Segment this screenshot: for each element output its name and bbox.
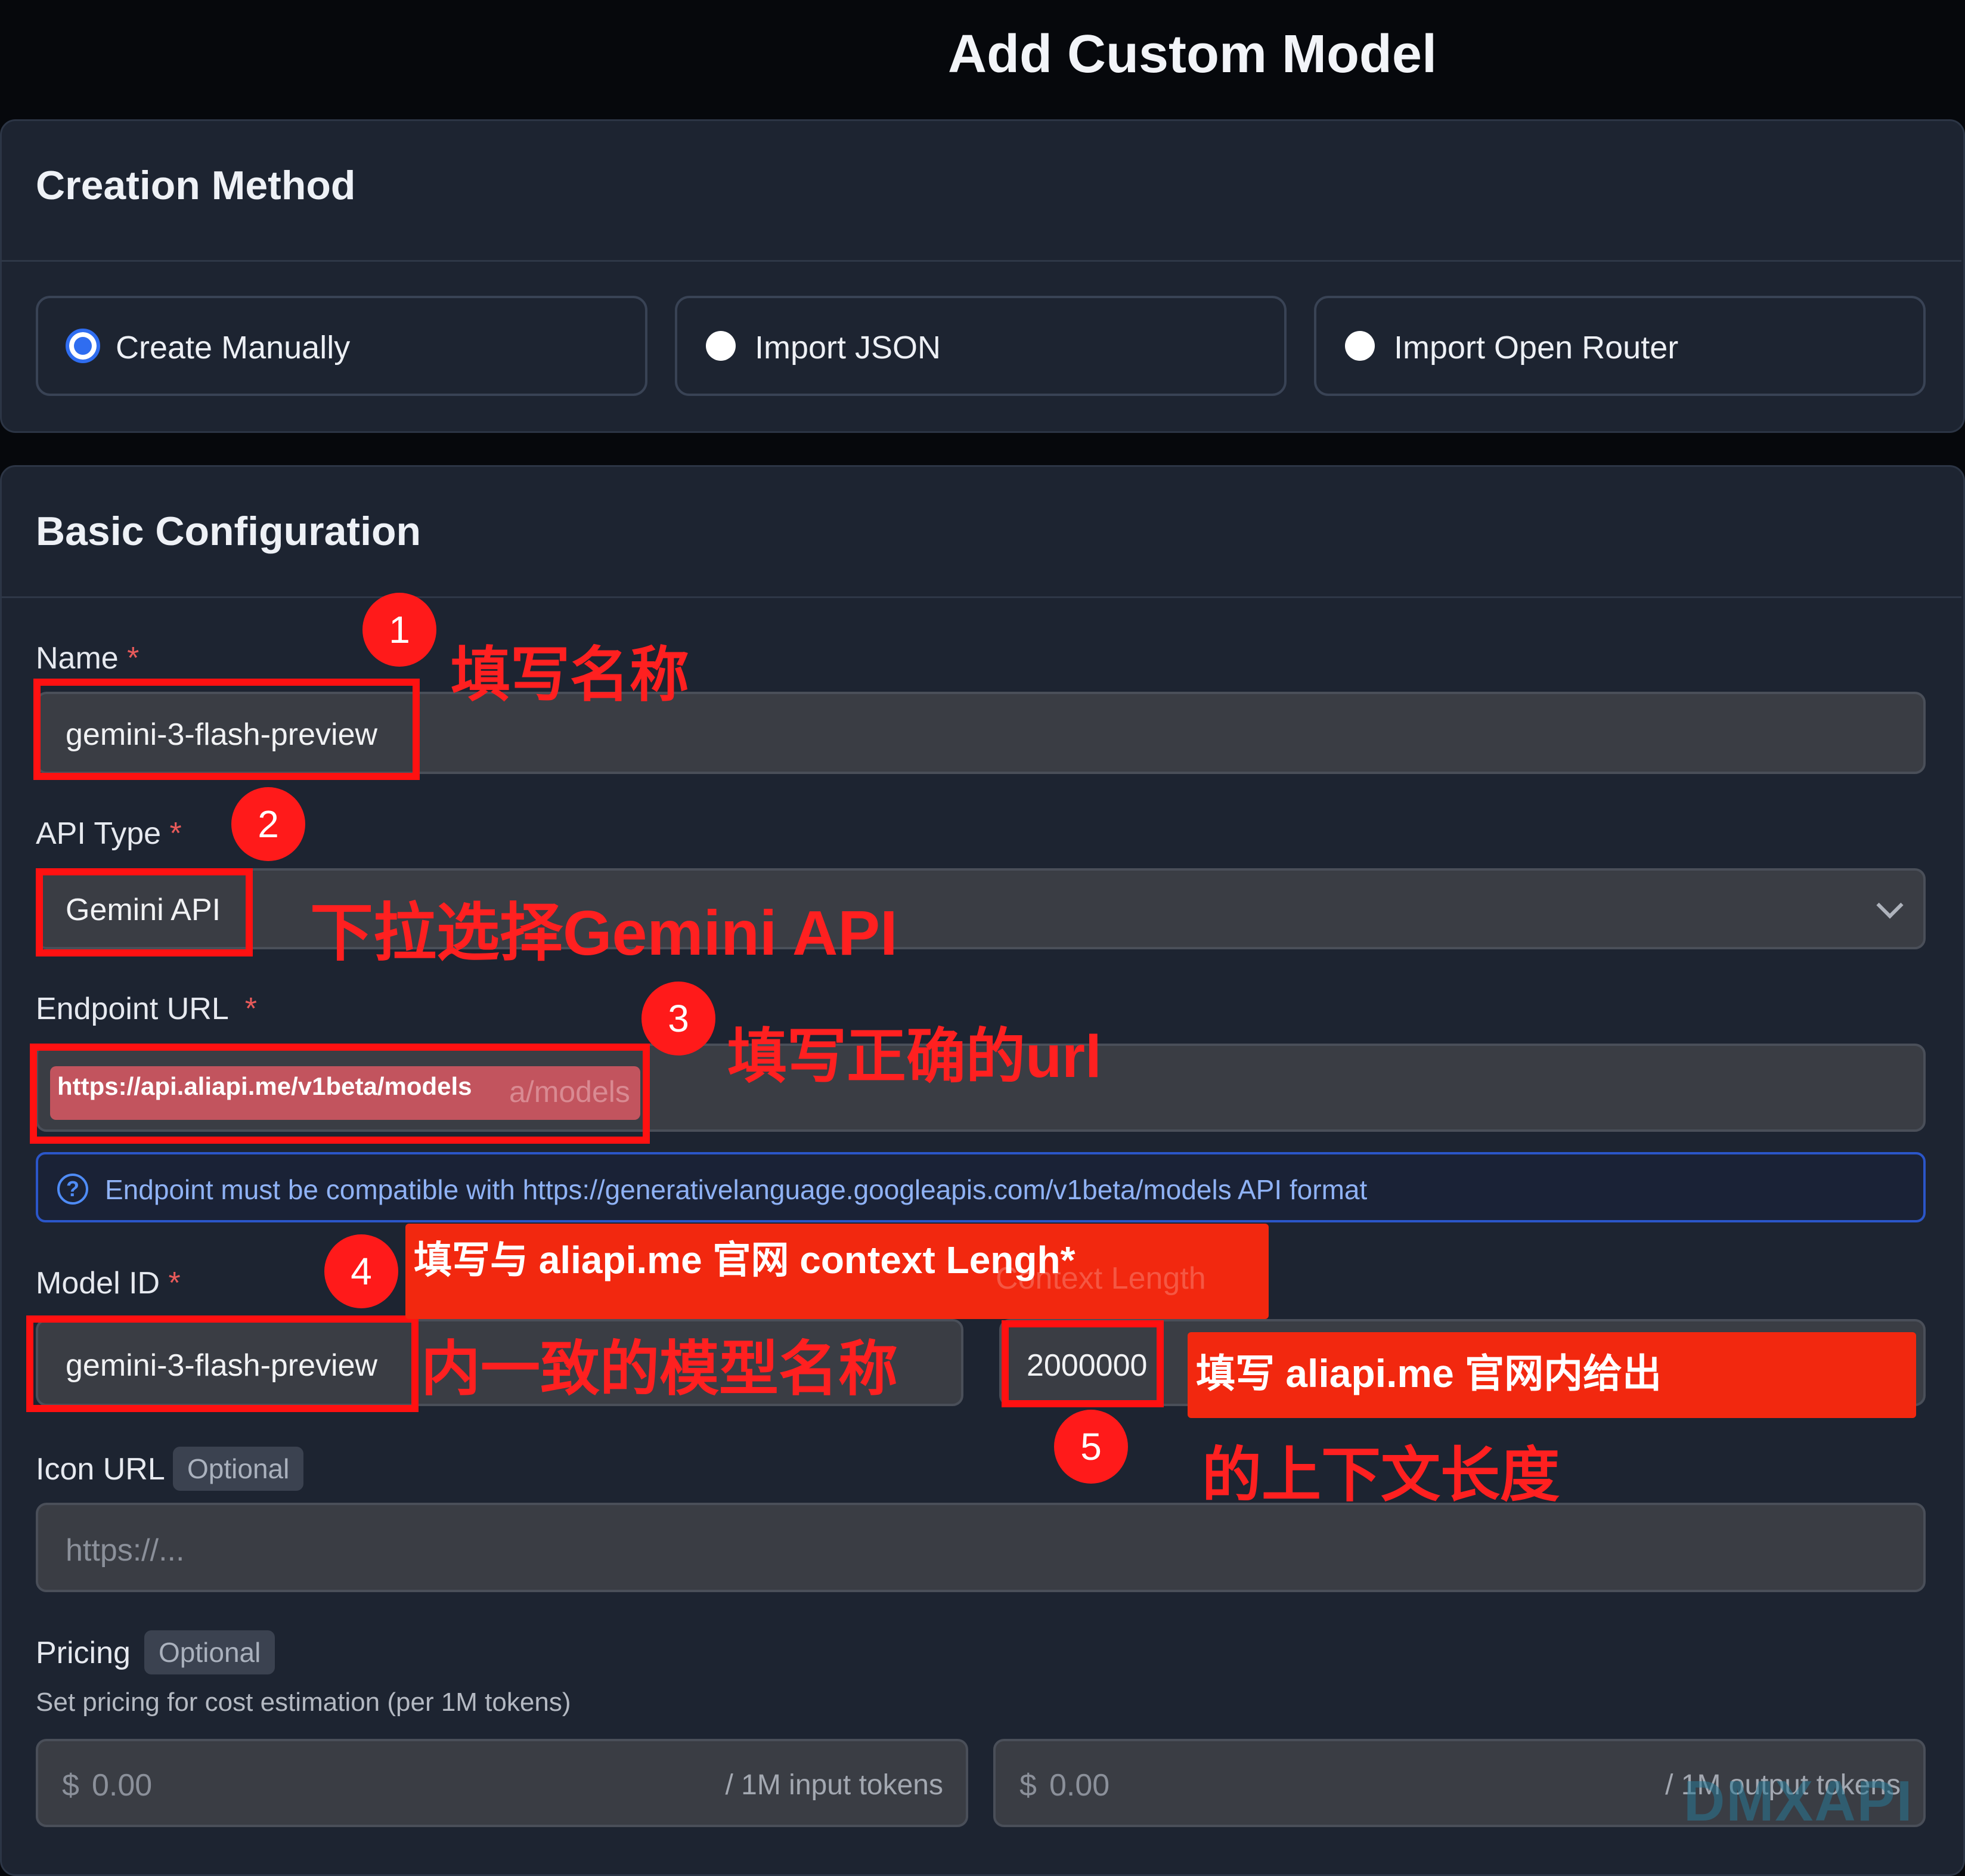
model-id-label: Model ID * [36, 1266, 181, 1301]
annotation-box-context-length [1002, 1320, 1164, 1407]
annotation-badge-2: 2 [231, 787, 305, 861]
output-price-placeholder: 0.00 [1049, 1768, 1110, 1803]
pricing-description: Set pricing for cost estimation (per 1M … [36, 1688, 571, 1717]
annotation-badge-3: 3 [641, 982, 715, 1055]
annotation-text-5: 的上下文长度 [1202, 1442, 1560, 1509]
option-create-manually[interactable]: Create Manually [36, 296, 647, 396]
input-price-placeholder: 0.00 [92, 1768, 153, 1803]
divider [0, 260, 1961, 262]
radio-selected-icon [66, 329, 100, 363]
icon-url-label: Icon URL [36, 1452, 165, 1487]
basic-config-title: Basic Configuration [36, 509, 421, 554]
option-label: Import Open Router [1394, 330, 1679, 366]
radio-unselected-icon [706, 331, 736, 361]
divider [0, 596, 1961, 598]
page-title: Add Custom Model [948, 24, 1437, 84]
currency-symbol: $ [62, 1768, 79, 1803]
option-import-json[interactable]: Import JSON [675, 296, 1287, 396]
info-text: Endpoint must be compatible with https:/… [105, 1174, 1368, 1205]
pricing-label: Pricing [36, 1636, 131, 1670]
radio-unselected-icon [1345, 331, 1375, 361]
icon-url-placeholder: https://... [66, 1533, 185, 1568]
help-icon: ? [57, 1174, 88, 1205]
input-price-field[interactable]: $ 0.00 / 1M input tokens [36, 1739, 968, 1827]
option-import-open-router[interactable]: Import Open Router [1314, 296, 1926, 396]
annotation-box-name [33, 679, 420, 780]
annotation-text-3: 填写正确的url [727, 1023, 1102, 1090]
option-label: Import JSON [755, 330, 941, 366]
optional-badge: Optional [144, 1630, 275, 1674]
endpoint-label: Endpoint URL * [36, 992, 257, 1026]
watermark: DMXAPI [1684, 1769, 1914, 1833]
name-label: Name * [36, 641, 140, 676]
annotation-text-2: 下拉选择Gemini API [310, 898, 898, 968]
endpoint-info: ? Endpoint must be compatible with https… [36, 1152, 1926, 1222]
icon-url-input[interactable]: https://... [36, 1503, 1926, 1592]
annotation-box-model-id [26, 1315, 419, 1412]
annotation-text-1: 填写名称 [451, 642, 689, 708]
annotation-banner-4: 填写与 aliapi.me 官网 context Lengh* Context … [405, 1224, 1269, 1319]
annotation-badge-4: 4 [324, 1234, 398, 1308]
annotation-badge-5: 5 [1054, 1410, 1128, 1484]
annotation-box-api-type [36, 868, 253, 956]
option-label: Create Manually [116, 330, 351, 366]
input-price-suffix: / 1M input tokens [725, 1769, 943, 1801]
annotation-banner-5: 填写 aliapi.me 官网内给出 [1188, 1332, 1916, 1418]
currency-symbol: $ [1019, 1768, 1037, 1803]
annotation-box-endpoint [30, 1044, 650, 1144]
optional-badge: Optional [173, 1447, 304, 1491]
annotation-badge-1: 1 [362, 593, 436, 667]
annotation-text-4: 内一致的模型名称 [421, 1336, 898, 1403]
chevron-down-icon [1876, 891, 1904, 919]
model-id-ghost-context: Context Length [996, 1261, 1206, 1296]
api-type-label: API Type * [36, 816, 182, 851]
creation-method-title: Creation Method [36, 163, 356, 208]
